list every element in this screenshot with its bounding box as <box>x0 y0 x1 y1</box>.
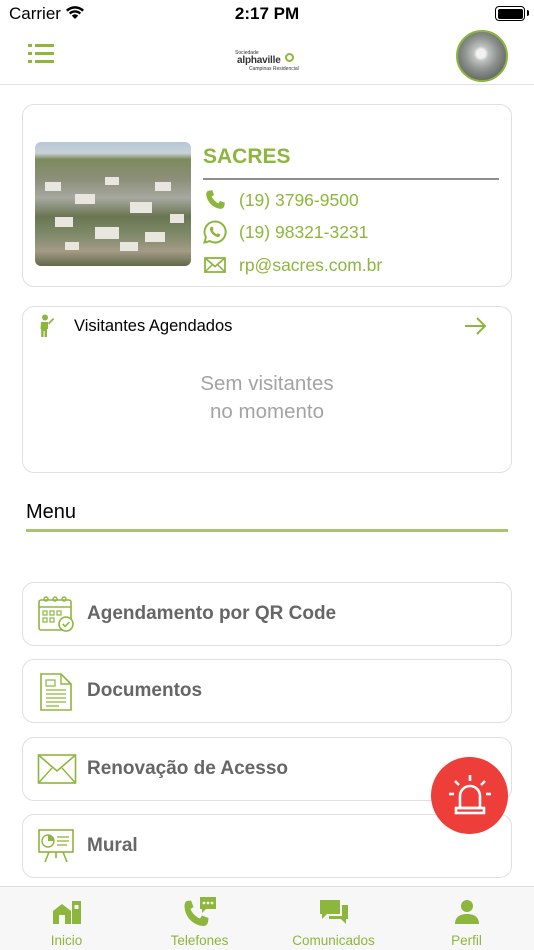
menu-item-label: Mural <box>87 835 138 856</box>
tab-inicio[interactable]: Inicio <box>0 887 133 950</box>
visitors-empty-message: Sem visitantes no momento <box>23 370 511 426</box>
tab-label: Comunicados <box>292 933 375 948</box>
email-icon <box>204 257 226 273</box>
tab-label: Telefones <box>170 933 229 948</box>
tab-label: Inicio <box>50 933 83 948</box>
status-bar: Carrier 2:17 PM <box>0 0 534 30</box>
presentation-board-icon <box>38 829 74 863</box>
menu-item-documents[interactable]: Documentos <box>22 659 512 723</box>
clock: 2:17 PM <box>234 4 300 23</box>
logo-line3: Campinas Residencial <box>249 66 299 72</box>
association-contact-card: SACRES (19) 3796-9500 (19) 98321-3231 rp… <box>22 104 512 287</box>
email-address: rp@sacres.com.br <box>239 255 383 275</box>
menu-heading: Menu <box>26 501 77 523</box>
phone-chat-icon <box>184 897 216 927</box>
phone-row[interactable]: (19) 3796-9500 <box>203 188 499 212</box>
logo-mark <box>285 53 294 62</box>
visitor-person-icon <box>40 314 55 337</box>
app-header: Sociedade alphaville Campinas Residencia… <box>0 30 534 85</box>
tab-telefones[interactable]: Telefones <box>133 887 266 950</box>
menu-heading-underline <box>26 529 508 532</box>
whatsapp-row[interactable]: (19) 98321-3231 <box>203 220 499 244</box>
tab-perfil[interactable]: Perfil <box>400 887 533 950</box>
calendar-check-icon <box>38 596 74 632</box>
empty-line-1: Sem visitantes <box>200 372 334 395</box>
whatsapp-icon <box>203 220 227 244</box>
empty-line-2: no momento <box>210 400 324 423</box>
alphaville-logo: Sociedade alphaville Campinas Residencia… <box>233 50 303 74</box>
home-icon <box>52 901 81 924</box>
menu-item-label: Documentos <box>87 680 203 701</box>
arrow-right-icon[interactable] <box>464 316 488 336</box>
app-screen: Carrier 2:17 PM Sociedade alphaville Cam… <box>0 0 534 950</box>
bottom-tab-bar: Inicio Telefones Comunicados Perfil <box>0 886 534 950</box>
phone-number: (19) 3796-9500 <box>239 190 359 210</box>
menu-item-board[interactable]: Mural <box>22 814 512 878</box>
association-name: SACRES <box>203 145 291 168</box>
scheduled-visitors-card[interactable]: Visitantes Agendados Sem visitantes no m… <box>22 306 512 473</box>
whatsapp-number: (19) 98321-3231 <box>239 222 369 242</box>
phone-icon <box>206 190 225 209</box>
person-icon <box>454 900 479 924</box>
email-row[interactable]: rp@sacres.com.br <box>203 253 499 277</box>
siren-icon <box>449 775 491 815</box>
neighborhood-aerial-photo <box>35 142 191 266</box>
menu-item-label: Renovação de Acesso <box>87 758 288 779</box>
chat-bubbles-icon <box>319 900 348 924</box>
menu-item-qr-scheduling[interactable]: Agendamento por QR Code <box>22 582 512 646</box>
name-divider <box>203 178 499 180</box>
hamburger-menu-icon[interactable] <box>28 43 56 65</box>
visitors-title: Visitantes Agendados <box>74 317 233 335</box>
panic-alarm-button[interactable] <box>431 757 508 834</box>
document-icon <box>40 673 72 711</box>
tab-comunicados[interactable]: Comunicados <box>267 887 400 950</box>
envelope-icon <box>37 754 77 784</box>
profile-avatar[interactable] <box>456 30 508 82</box>
menu-item-label: Agendamento por QR Code <box>87 603 337 624</box>
logo-line2: alphaville <box>237 55 281 66</box>
battery-icon <box>495 6 529 21</box>
tab-label: Perfil <box>451 933 482 948</box>
